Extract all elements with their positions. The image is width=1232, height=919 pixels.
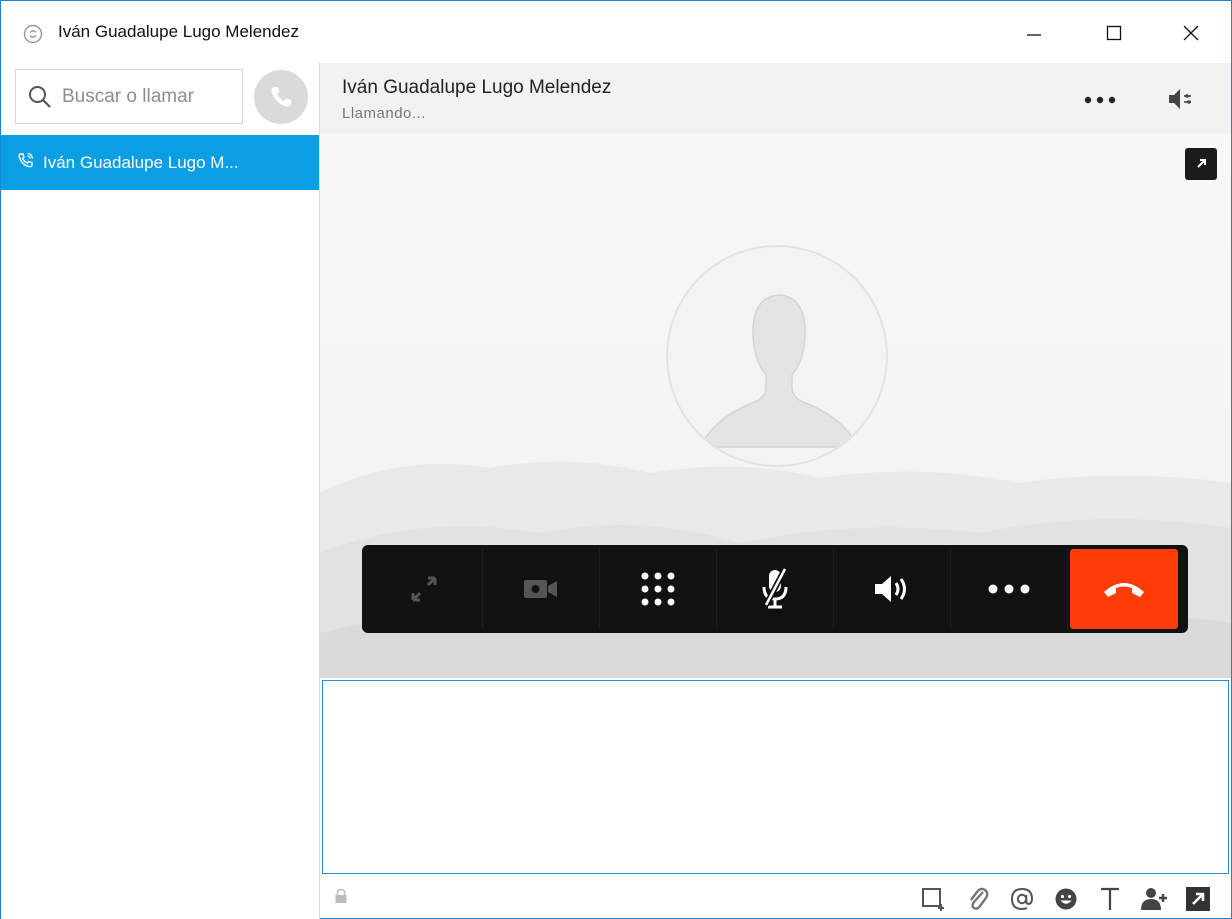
lock-icon bbox=[334, 888, 348, 909]
speaker-button[interactable] bbox=[834, 549, 951, 629]
share-arrow-icon bbox=[1186, 887, 1210, 911]
phone-hangup-icon bbox=[1104, 583, 1144, 597]
video-button[interactable] bbox=[483, 549, 600, 629]
conversation-header: Iván Guadalupe Lugo Melendez Llamando... bbox=[320, 63, 1231, 133]
smiley-icon bbox=[1055, 888, 1077, 910]
dialpad-button[interactable] bbox=[600, 549, 717, 629]
speaker-icon bbox=[875, 576, 906, 602]
more-icon bbox=[1084, 96, 1116, 104]
popout-button[interactable] bbox=[1185, 148, 1217, 180]
speaker-settings-icon bbox=[1169, 89, 1191, 109]
call-stage bbox=[320, 133, 1231, 678]
sidebar: Iván Guadalupe Lugo M... bbox=[1, 63, 320, 919]
microphone-muted-icon bbox=[762, 567, 788, 609]
header-more-button[interactable] bbox=[1075, 85, 1125, 115]
contact-avatar bbox=[666, 245, 888, 467]
contact-item-active[interactable]: Iván Guadalupe Lugo M... bbox=[1, 135, 319, 190]
close-button[interactable] bbox=[1161, 11, 1221, 55]
search-input[interactable] bbox=[62, 86, 232, 108]
text-format-button[interactable] bbox=[1095, 884, 1125, 914]
minimize-button[interactable] bbox=[1004, 11, 1064, 55]
maximize-button[interactable] bbox=[1084, 11, 1144, 55]
mention-button[interactable] bbox=[1007, 884, 1037, 914]
search-icon bbox=[28, 85, 52, 114]
phone-icon bbox=[271, 87, 291, 107]
mute-button[interactable] bbox=[717, 549, 834, 629]
audio-settings-button[interactable] bbox=[1160, 81, 1200, 117]
compose-tools bbox=[919, 884, 1213, 914]
more-icon bbox=[988, 584, 1030, 594]
call-more-button[interactable] bbox=[951, 549, 1068, 629]
at-sign-icon bbox=[1010, 887, 1034, 911]
conversation-title: Iván Guadalupe Lugo Melendez bbox=[342, 77, 612, 98]
attach-button[interactable] bbox=[963, 884, 993, 914]
snip-button[interactable] bbox=[919, 884, 949, 914]
conversation-panel: Iván Guadalupe Lugo Melendez Llamando... bbox=[320, 63, 1231, 919]
add-contact-button[interactable] bbox=[1139, 884, 1169, 914]
compose-toolbar bbox=[320, 876, 1231, 919]
call-status: Llamando... bbox=[342, 105, 426, 122]
emoticon-button[interactable] bbox=[1051, 884, 1081, 914]
title-bar: Iván Guadalupe Lugo Melendez bbox=[1, 1, 1231, 63]
skype-window: Iván Guadalupe Lugo Melendez Buscar o ll… bbox=[0, 0, 1232, 919]
message-compose-box[interactable] bbox=[322, 680, 1229, 874]
window-title: Iván Guadalupe Lugo Melendez bbox=[58, 22, 300, 41]
paperclip-icon bbox=[970, 887, 989, 910]
hang-up-button[interactable] bbox=[1070, 549, 1178, 629]
screen-snip-icon bbox=[922, 888, 944, 911]
calling-phone-icon bbox=[17, 151, 35, 174]
search-box[interactable] bbox=[15, 69, 243, 124]
share-button[interactable] bbox=[1183, 884, 1213, 914]
message-input[interactable] bbox=[323, 681, 1228, 873]
dialpad-icon bbox=[641, 572, 675, 606]
call-controls-bar bbox=[362, 545, 1188, 633]
expand-icon bbox=[411, 576, 437, 602]
call-button[interactable] bbox=[254, 70, 308, 124]
default-avatar-icon bbox=[698, 294, 860, 448]
text-format-icon bbox=[1101, 887, 1119, 910]
add-person-icon bbox=[1141, 888, 1167, 910]
popout-arrow-icon bbox=[1197, 159, 1206, 168]
video-camera-icon bbox=[524, 580, 557, 598]
contact-name: Iván Guadalupe Lugo M... bbox=[43, 152, 239, 172]
skype-logo-icon bbox=[23, 24, 43, 44]
fullscreen-button[interactable] bbox=[366, 549, 483, 629]
